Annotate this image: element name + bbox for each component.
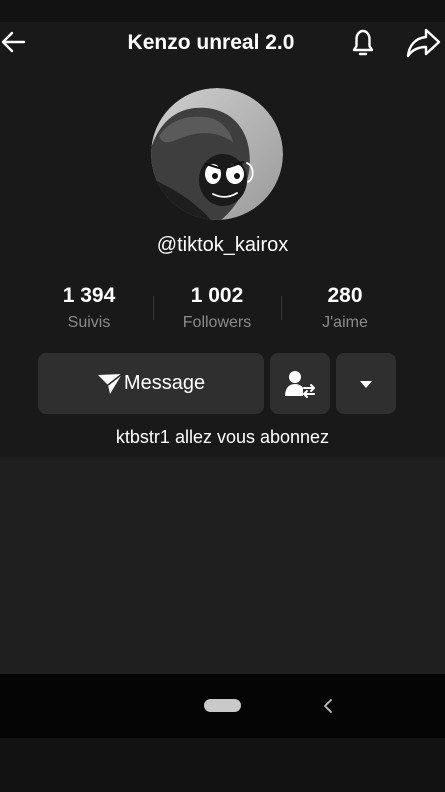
stat-label: J'aime [322, 314, 368, 331]
bell-icon[interactable] [346, 24, 380, 60]
stat-divider [153, 296, 154, 320]
home-pill-icon[interactable] [204, 699, 241, 712]
message-button[interactable]: Message [38, 353, 264, 414]
stat-value: 1 394 [62, 284, 116, 307]
username: @tiktok_kairox [156, 234, 289, 256]
stat-value: 280 [327, 284, 363, 307]
stat-value: 1 002 [190, 284, 244, 307]
status-bar [0, 0, 445, 22]
stat-followers[interactable]: 1 002 Followers [157, 282, 277, 338]
message-label: Message [123, 372, 206, 394]
bio: ktbstr1 allez vous abonnez [115, 427, 330, 447]
send-icon [97, 372, 123, 394]
share-icon[interactable] [404, 24, 442, 60]
stat-following[interactable]: 1 394 Suivis [29, 282, 149, 338]
caret-down-icon [360, 380, 372, 388]
stat-divider [281, 296, 282, 320]
add-friend-swap-icon [285, 370, 315, 398]
friends-button[interactable] [270, 353, 330, 414]
bottom-strip [0, 738, 445, 792]
page-title: Kenzo unreal 2.0 [127, 31, 295, 54]
stat-label: Suivis [67, 314, 111, 331]
more-options-button[interactable] [336, 353, 396, 414]
content-area [0, 457, 445, 674]
back-arrow-icon[interactable] [0, 28, 26, 56]
avatar[interactable] [151, 88, 283, 220]
stat-likes[interactable]: 280 J'aime [285, 282, 405, 338]
nav-back-icon[interactable] [320, 696, 336, 716]
stat-label: Followers [182, 314, 252, 331]
